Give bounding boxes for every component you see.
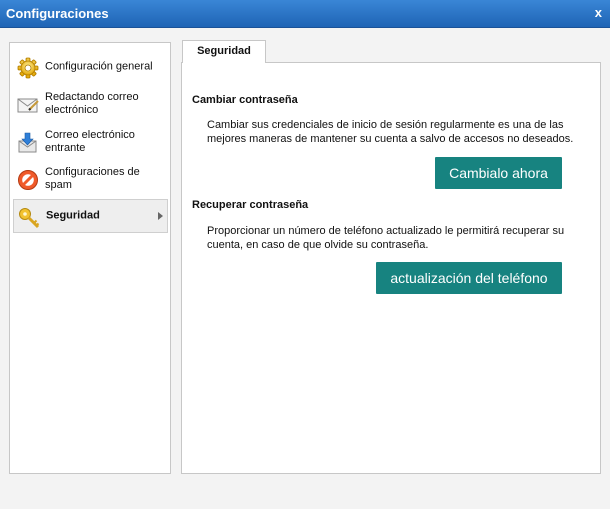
recover-password-title: Recuperar contraseña (192, 199, 309, 211)
sidebar-item-label: Seguridad (46, 209, 100, 222)
recover-password-text: Proporcionar un número de teléfono actua… (207, 225, 565, 251)
sidebar-item-security[interactable]: Seguridad (13, 199, 168, 233)
gear-icon (17, 57, 39, 79)
window-titlebar: Configuraciones x (0, 0, 610, 28)
close-button[interactable]: x (595, 5, 602, 20)
envelope-edit-icon (17, 98, 39, 113)
window-title: Configuraciones (6, 6, 109, 21)
sidebar-item-spam[interactable]: Configuraciones de spam (13, 162, 168, 196)
sidebar-item-label: Correo electrónico entrante (45, 129, 135, 154)
update-phone-button[interactable]: actualización del teléfono (376, 262, 562, 294)
sidebar-item-label: Configuraciones de spam (45, 166, 140, 191)
sidebar-item-compose[interactable]: Redactando correo electrónico (13, 87, 168, 121)
sidebar-item-label: Redactando correo electrónico (45, 91, 139, 116)
sidebar-item-general[interactable]: Configuración general (13, 50, 168, 84)
change-password-text: Cambiar sus credenciales de inicio de se… (207, 119, 574, 145)
change-password-button[interactable]: Cambialo ahora (435, 157, 562, 189)
settings-sidebar: Configuración general Redactando correo … (9, 42, 171, 474)
sidebar-item-inbox[interactable]: Correo electrónico entrante (13, 125, 168, 159)
inbox-download-icon (18, 132, 37, 153)
tab-security[interactable]: Seguridad (182, 40, 266, 63)
chevron-right-icon (158, 212, 163, 220)
change-password-title: Cambiar contraseña (192, 94, 298, 106)
spam-block-icon (18, 170, 38, 190)
sidebar-item-label: Configuración general (45, 60, 153, 73)
key-icon (19, 208, 40, 229)
